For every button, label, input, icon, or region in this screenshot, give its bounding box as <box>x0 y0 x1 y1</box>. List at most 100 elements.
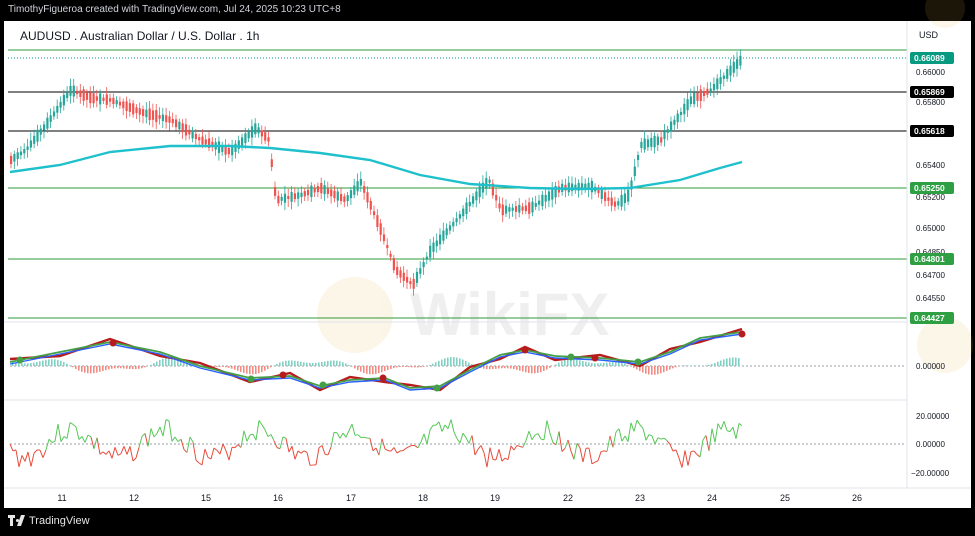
macd-histogram-bar <box>621 362 623 366</box>
macd-histogram-bar <box>309 362 311 366</box>
tradingview-logo[interactable]: TradingView <box>8 515 90 527</box>
macd-histogram-bar <box>357 366 359 371</box>
candle-body <box>465 202 468 215</box>
oscillator-segment <box>516 444 521 448</box>
candle-body <box>363 186 366 193</box>
date-tick-label: 25 <box>780 493 790 503</box>
candle-body <box>412 278 415 289</box>
candle-body <box>739 55 742 66</box>
candle-body <box>442 230 445 241</box>
oscillator-segment <box>696 454 701 458</box>
macd-histogram-bar <box>408 366 410 368</box>
oscillator-segment <box>93 437 98 449</box>
macd-cross-marker <box>433 384 441 392</box>
candle-body <box>406 276 409 283</box>
macd-histogram-bar <box>501 366 503 369</box>
candle-body <box>191 130 194 139</box>
candle-body <box>316 186 320 193</box>
macd-histogram-bar <box>399 366 401 368</box>
candle-body <box>254 123 257 135</box>
candle-body <box>340 194 343 202</box>
macd-histogram-bar <box>513 366 515 370</box>
date-tick-label: 26 <box>852 493 862 503</box>
oscillator-segment <box>270 434 275 442</box>
candle-body <box>729 65 732 76</box>
oscillator-segment <box>153 433 158 438</box>
price-tick-label: 0.65400 <box>916 161 945 170</box>
candle-body <box>386 244 389 249</box>
oscillator-segment <box>60 436 65 442</box>
candle-body <box>455 218 458 223</box>
macd-histogram-bar <box>405 366 407 367</box>
macd-histogram-bar <box>156 361 158 366</box>
oscillator-segment <box>213 447 218 451</box>
oscillator-segment <box>189 436 194 443</box>
macd-histogram-bar <box>153 363 155 366</box>
oscillator-segment <box>735 423 740 439</box>
time-axis[interactable]: 11 12 15 16 17 18 19 22 23 24 25 26 <box>57 493 862 503</box>
oscillator-segment <box>465 437 470 444</box>
macd-histogram-bar <box>297 361 299 366</box>
macd-histogram-bar <box>459 358 461 366</box>
oscillator-segment <box>408 444 413 448</box>
date-tick-label: 18 <box>418 493 428 503</box>
oscillator-segment <box>168 420 173 442</box>
candle-body <box>333 190 336 199</box>
macd-histogram-bar <box>93 366 95 374</box>
oscillator-segment <box>54 424 59 442</box>
macd-histogram-bar <box>246 366 248 374</box>
macd-histogram-bar <box>381 366 383 373</box>
macd-histogram-bar <box>723 359 725 366</box>
macd-histogram-bar <box>582 360 584 366</box>
macd-histogram-bar <box>264 366 266 371</box>
oscillator-segment <box>708 428 713 452</box>
candle-body <box>250 126 254 138</box>
macd-histogram-bar <box>330 360 332 366</box>
oscillator-segment <box>105 450 110 455</box>
oscillator-segment <box>486 447 491 468</box>
oscillator-segment <box>567 439 572 452</box>
candle-body <box>201 136 204 145</box>
oscillator-segment <box>663 437 668 442</box>
oscillator-segment <box>204 448 209 458</box>
macd-histogram-bar <box>393 366 395 369</box>
oscillator-segment <box>372 447 377 452</box>
candle-body <box>670 121 673 132</box>
candle-body <box>125 101 128 112</box>
macd-histogram-bar <box>351 366 353 367</box>
macd-histogram-bar <box>360 366 362 372</box>
macd-histogram-bar <box>603 362 605 366</box>
macd-histogram-bar <box>354 366 356 369</box>
oscillator-segment <box>135 447 140 459</box>
candle-body <box>23 148 26 154</box>
candle-body <box>82 89 85 101</box>
candle-body <box>76 90 79 95</box>
oscillator-segment <box>228 447 233 461</box>
macd-histogram-bar <box>258 366 260 374</box>
candle-body <box>330 189 333 197</box>
macd-histogram-bar <box>387 366 389 371</box>
oscillator-segment <box>345 430 350 438</box>
oscillator-segment <box>294 450 299 460</box>
macd-histogram-bar <box>282 361 284 366</box>
oscillator-segment <box>51 440 56 443</box>
macd-histogram-bar <box>588 362 590 366</box>
candle-body <box>650 137 653 147</box>
oscillator-segment <box>216 450 221 455</box>
oscillator-segment <box>570 450 575 460</box>
oscillator-segment <box>615 428 620 433</box>
candle-body <box>458 214 461 219</box>
oscillator-segment <box>624 435 629 442</box>
macd-histogram-bar <box>372 366 374 375</box>
chart-canvas[interactable]: WikiFX AUDUSD . Australian Dollar / U.S.… <box>0 0 975 536</box>
oscillator-segment <box>528 430 533 440</box>
candle-body <box>732 61 735 73</box>
macd-histogram-bar <box>78 366 80 371</box>
oscillator-segment <box>444 424 449 430</box>
macd-histogram-bar <box>87 366 89 374</box>
candle-body <box>112 97 115 105</box>
oscillator-segment <box>81 436 86 443</box>
oscillator-segment <box>192 442 197 461</box>
candle-body <box>703 91 706 96</box>
candle-body <box>531 201 534 213</box>
